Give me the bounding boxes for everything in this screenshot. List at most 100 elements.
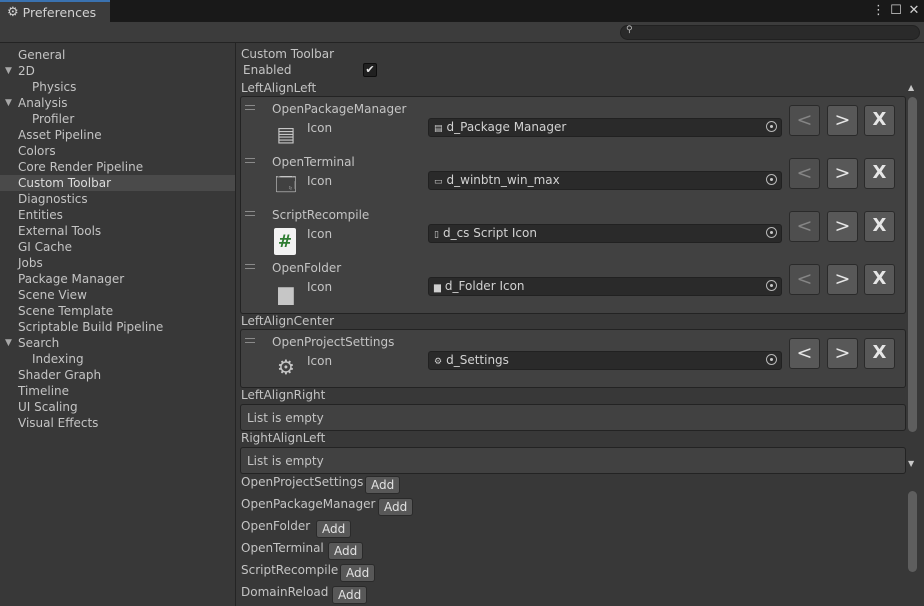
move-left-button[interactable]: < xyxy=(789,105,820,136)
sidebar-item-jobs[interactable]: Jobs xyxy=(0,255,235,271)
sidebar-item-label: 2D xyxy=(18,64,35,78)
sidebar-item-general[interactable]: General xyxy=(0,47,235,63)
sidebar-item-core-render-pipeline[interactable]: Core Render Pipeline xyxy=(0,159,235,175)
icon-label: Icon xyxy=(307,354,333,368)
maximize-icon[interactable]: ☐ xyxy=(890,3,902,19)
available-item-label: ScriptRecompile xyxy=(241,563,339,577)
move-right-button[interactable]: > xyxy=(827,264,858,295)
sidebar-item-ui-scaling[interactable]: UI Scaling xyxy=(0,399,235,415)
sidebar-item-label: Scene View xyxy=(18,288,87,302)
add-button[interactable]: Add xyxy=(328,542,364,560)
lower-scrollbar[interactable] xyxy=(906,487,920,606)
drag-handle-icon[interactable] xyxy=(245,338,255,343)
object-picker-icon[interactable] xyxy=(766,121,777,132)
toolbar-item-name: OpenPackageManager xyxy=(272,102,407,116)
sidebar-item-label: Colors xyxy=(18,144,56,158)
enabled-checkbox[interactable]: ✔ xyxy=(363,63,377,77)
sidebar-item-diagnostics[interactable]: Diagnostics xyxy=(0,191,235,207)
toolbar-item-row: OpenProjectSettings ⚙ Icon ⚙ d_Settings < > X xyxy=(241,330,905,383)
cs-script-icon: # xyxy=(274,228,296,255)
close-icon[interactable]: ✕ xyxy=(908,3,920,19)
add-button[interactable]: Add xyxy=(332,586,368,604)
sidebar-item-label: External Tools xyxy=(18,224,102,238)
sidebar-item-analysis[interactable]: ▼ Analysis xyxy=(0,95,235,111)
sidebar-item-colors[interactable]: Colors xyxy=(0,143,235,159)
remove-button[interactable]: X xyxy=(864,158,895,189)
sidebar-item-timeline[interactable]: Timeline xyxy=(0,383,235,399)
move-right-button[interactable]: > xyxy=(827,211,858,242)
sidebar-item-indexing[interactable]: Indexing xyxy=(0,351,235,367)
add-button[interactable]: Add xyxy=(365,476,401,494)
foldout-arrow-icon[interactable]: ▼ xyxy=(5,63,12,79)
move-left-button[interactable]: < xyxy=(789,338,820,369)
object-picker-icon[interactable] xyxy=(766,280,777,291)
icon-object-field[interactable]: ▯ d_cs Script Icon xyxy=(428,224,782,243)
sidebar-item-scene-template[interactable]: Scene Template xyxy=(0,303,235,319)
more-icon[interactable]: ⋮ xyxy=(872,3,885,19)
sidebar-item-asset-pipeline[interactable]: Asset Pipeline xyxy=(0,127,235,143)
sidebar-item-shader-graph[interactable]: Shader Graph xyxy=(0,367,235,383)
sidebar-item-visual-effects[interactable]: Visual Effects xyxy=(0,415,235,431)
add-button[interactable]: Add xyxy=(378,498,414,516)
remove-button[interactable]: X xyxy=(864,338,895,369)
sidebar-item-2d[interactable]: ▼ 2D xyxy=(0,63,235,79)
sidebar-item-search[interactable]: ▼ Search xyxy=(0,335,235,351)
object-picker-icon[interactable] xyxy=(766,174,777,185)
move-left-button[interactable]: < xyxy=(789,211,820,242)
scroll-down-icon[interactable]: ▼ xyxy=(908,459,914,468)
group-title: RightAlignLeft xyxy=(241,431,326,445)
drag-handle-icon[interactable] xyxy=(245,264,255,269)
remove-button[interactable]: X xyxy=(864,264,895,295)
move-right-button[interactable]: > xyxy=(827,158,858,189)
available-item-label: OpenProjectSettings xyxy=(241,475,364,489)
sidebar-item-custom-toolbar[interactable]: Custom Toolbar xyxy=(0,175,235,191)
scrollbar-thumb[interactable] xyxy=(908,97,917,432)
toolbar-item-row: OpenTerminal 🗔 Icon ▭ d_winbtn_win_max < > X xyxy=(241,150,905,203)
object-picker-icon[interactable] xyxy=(766,354,777,365)
sidebar-item-label: Diagnostics xyxy=(18,192,88,206)
list-rightalignleft: List is empty xyxy=(240,447,906,474)
upper-scrollbar[interactable]: ▲ ▼ xyxy=(906,83,920,473)
tab-title: Preferences xyxy=(22,4,97,20)
icon-object-field[interactable]: ▭ d_winbtn_win_max xyxy=(428,171,782,190)
sidebar-item-profiler[interactable]: Profiler xyxy=(0,111,235,127)
foldout-arrow-icon[interactable]: ▼ xyxy=(5,95,12,111)
search-input[interactable]: ⚲ xyxy=(620,25,920,40)
add-button[interactable]: Add xyxy=(316,520,352,538)
sidebar-item-label: Asset Pipeline xyxy=(18,128,102,142)
remove-button[interactable]: X xyxy=(864,105,895,136)
sidebar-item-label: Custom Toolbar xyxy=(18,176,111,190)
sidebar-item-scene-view[interactable]: Scene View xyxy=(0,287,235,303)
scrollbar-thumb[interactable] xyxy=(908,491,917,572)
search-strip: ⚲ xyxy=(0,22,924,43)
drag-handle-icon[interactable] xyxy=(245,158,255,163)
tab-preferences[interactable]: ⚙ Preferences xyxy=(0,0,110,22)
group-title: LeftAlignRight xyxy=(241,388,326,402)
sidebar-item-label: GI Cache xyxy=(18,240,72,254)
add-button[interactable]: Add xyxy=(340,564,376,582)
foldout-arrow-icon[interactable]: ▼ xyxy=(5,335,12,351)
sidebar-item-scriptable-build-pipeline[interactable]: Scriptable Build Pipeline xyxy=(0,319,235,335)
object-picker-icon[interactable] xyxy=(766,227,777,238)
move-right-button[interactable]: > xyxy=(827,338,858,369)
window-icon: 🗔 xyxy=(275,172,297,196)
icon-object-field[interactable]: ▤ d_Package Manager xyxy=(428,118,782,137)
sidebar-item-entities[interactable]: Entities xyxy=(0,207,235,223)
sidebar-item-label: UI Scaling xyxy=(18,400,78,414)
move-left-button[interactable]: < xyxy=(789,264,820,295)
sidebar-item-package-manager[interactable]: Package Manager xyxy=(0,271,235,287)
drag-handle-icon[interactable] xyxy=(245,105,255,110)
remove-button[interactable]: X xyxy=(864,211,895,242)
sidebar-item-gi-cache[interactable]: GI Cache xyxy=(0,239,235,255)
sidebar-item-label: Profiler xyxy=(32,112,75,126)
drag-handle-icon[interactable] xyxy=(245,211,255,216)
move-left-button[interactable]: < xyxy=(789,158,820,189)
scroll-up-icon[interactable]: ▲ xyxy=(908,83,914,92)
icon-object-field[interactable]: ▆ d_Folder Icon xyxy=(428,277,782,296)
icon-object-field[interactable]: ⚙ d_Settings xyxy=(428,351,782,370)
icon-label: Icon xyxy=(307,174,333,188)
sidebar-item-external-tools[interactable]: External Tools xyxy=(0,223,235,239)
move-right-button[interactable]: > xyxy=(827,105,858,136)
sidebar-item-physics[interactable]: Physics xyxy=(0,79,235,95)
toolbar-item-row: OpenFolder ▆ Icon ▆ d_Folder Icon < > X xyxy=(241,256,905,309)
